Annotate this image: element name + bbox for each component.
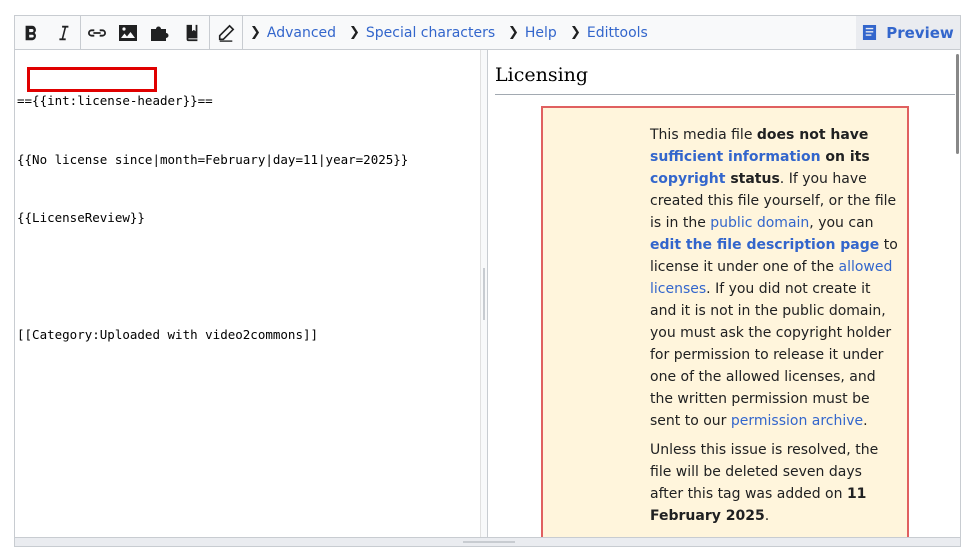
link-text: copyright <box>650 171 726 187</box>
puzzle-icon <box>151 26 169 41</box>
notice-text: This media file does not have sufficient… <box>650 124 898 534</box>
chevron-right-icon: ❯ <box>570 25 581 40</box>
tab-advanced[interactable]: ❯ Advanced <box>250 16 336 49</box>
sufficient-information-link[interactable]: sufficient information <box>650 149 821 165</box>
editor-line: {{No license since|month=February|day=11… <box>17 151 409 167</box>
notice-bold: on its <box>820 149 870 165</box>
edit-file-description-link[interactable]: edit the file description page <box>650 237 879 253</box>
preview-scrollbar[interactable] <box>954 50 960 538</box>
pencil-icon <box>218 24 235 42</box>
toolbar-separator <box>242 16 243 49</box>
preview-book-icon <box>863 25 877 40</box>
tab-help[interactable]: ❯ Help <box>508 16 557 49</box>
notice-text-run: . If you did not create it and it is not… <box>650 281 892 429</box>
template-button[interactable] <box>144 16 176 49</box>
chevron-right-icon: ❯ <box>250 25 261 40</box>
notice-text-run: This media file <box>650 127 757 143</box>
italic-button[interactable] <box>47 16 79 49</box>
image-icon <box>119 24 137 41</box>
link-button[interactable] <box>81 16 113 49</box>
notice-text-run: . <box>863 413 868 429</box>
editor-toolbar: ❯ Advanced ❯ Special characters ❯ Help ❯… <box>15 16 960 50</box>
notice-paragraph: Unless this issue is resolved, the file … <box>650 439 898 527</box>
public-domain-link[interactable]: public domain <box>710 215 809 231</box>
notice-text-run: , you can <box>809 215 874 231</box>
preview-label: Preview <box>886 23 954 42</box>
reference-button[interactable] <box>176 16 208 49</box>
editor-line: {{LicenseReview}} <box>17 210 145 225</box>
bold-icon <box>25 25 36 40</box>
editor-resize-bar[interactable] <box>15 537 960 546</box>
copyright-link[interactable]: copyright <box>650 171 725 187</box>
chevron-right-icon: ❯ <box>508 25 519 40</box>
tab-label: Edittools <box>586 24 648 41</box>
editor-line: =={{int:license-header}}== <box>17 93 213 108</box>
highlight-box <box>27 67 157 92</box>
section-heading: Licensing <box>495 64 955 95</box>
edit-mode-button[interactable] <box>210 16 242 49</box>
tab-label: Help <box>524 24 557 41</box>
link-icon <box>88 28 106 37</box>
image-button[interactable] <box>112 16 144 49</box>
permission-archive-link[interactable]: permission archive <box>731 413 863 429</box>
tab-special-characters[interactable]: ❯ Special characters <box>349 16 495 49</box>
link-text: sufficient information <box>650 149 821 165</box>
preview-pane: Licensing This media file does not have … <box>489 50 960 538</box>
bookmark-book-icon <box>186 24 198 41</box>
pane-resize-handle[interactable] <box>480 50 488 538</box>
notice-bold: does not have <box>756 127 869 143</box>
wikitext-editor-frame: ❯ Advanced ❯ Special characters ❯ Help ❯… <box>14 15 961 547</box>
tab-edittools[interactable]: ❯ Edittools <box>570 16 648 49</box>
preview-button[interactable]: Preview <box>856 16 960 49</box>
chevron-right-icon: ❯ <box>349 25 360 40</box>
italic-icon <box>59 25 69 40</box>
resize-grip <box>463 541 515 543</box>
notice-text-run: . <box>764 508 770 524</box>
notice-bold: status <box>725 171 780 187</box>
wikitext-textarea[interactable]: =={{int:license-header}}== {{No license … <box>15 50 479 538</box>
tab-label: Advanced <box>266 24 337 41</box>
notice-paragraph: This media file does not have sufficient… <box>650 124 898 432</box>
bold-button[interactable] <box>15 16 47 49</box>
link-text: edit the file description page <box>650 237 880 253</box>
no-license-notice: This media file does not have sufficient… <box>541 106 909 538</box>
resize-grip <box>483 268 485 320</box>
notice-text-run: Unless this issue is resolved, the file … <box>650 442 879 502</box>
editor-line: [[Category:Uploaded with video2commons]] <box>17 327 319 342</box>
scrollbar-thumb[interactable] <box>956 54 959 154</box>
tab-label: Special characters <box>365 24 496 41</box>
